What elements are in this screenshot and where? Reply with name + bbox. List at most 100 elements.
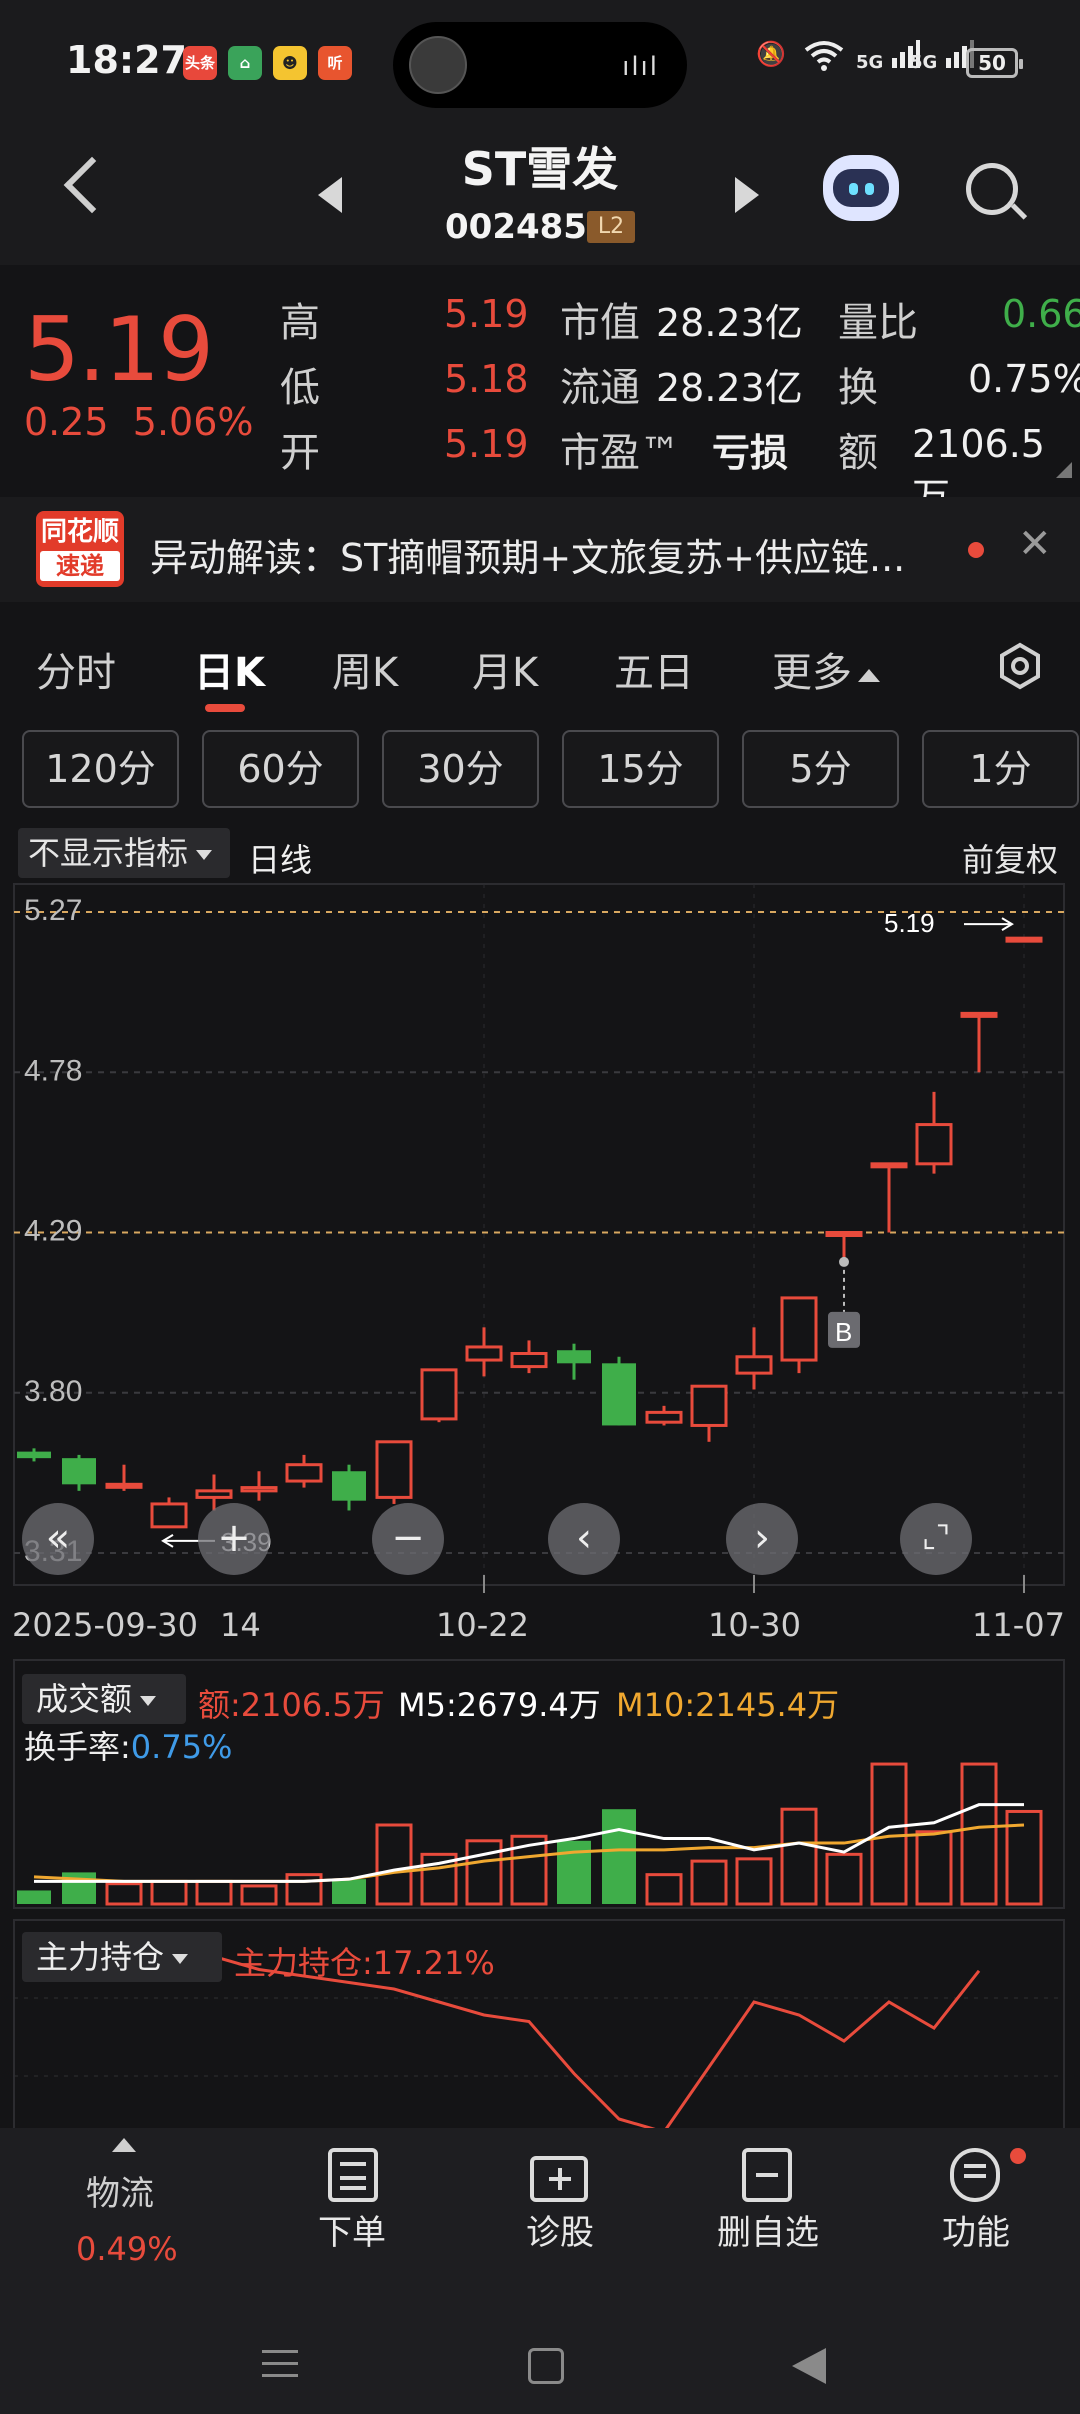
pan-left-icon[interactable]: ‹: [548, 1503, 620, 1575]
period-1m-button[interactable]: 1分: [922, 730, 1079, 808]
candle-body-up: [645, 1410, 683, 1424]
menu-nav-icon[interactable]: [262, 2350, 298, 2377]
volume-bar-up: [375, 1823, 413, 1906]
tab-monthly-k[interactable]: 月K: [472, 640, 538, 698]
toutiao-icon: 头条: [183, 46, 217, 80]
volume-amount-label: 额:2106.5万: [198, 1686, 385, 1724]
amount-label: 额: [838, 430, 878, 476]
volume-bar-up: [960, 1762, 998, 1906]
fullscreen-icon[interactable]: ⌞⌝: [900, 1503, 972, 1575]
tab-intraday[interactable]: 分时: [36, 640, 116, 698]
candle-body-up: [420, 1368, 458, 1421]
x-label-4: 10-30: [708, 1606, 801, 1644]
buy-marker-label: B: [835, 1317, 852, 1347]
indicator-select[interactable]: 不显示指标: [18, 828, 230, 878]
volume-bar-up: [465, 1839, 503, 1906]
candle-body-down: [332, 1471, 366, 1501]
rewind-icon[interactable]: «: [22, 1503, 94, 1575]
x-label-3: 10-22: [436, 1606, 529, 1644]
period-120m-button[interactable]: 120分: [22, 730, 179, 808]
candle-body-down: [602, 1363, 636, 1426]
line-type-label: 日线: [248, 841, 313, 879]
high-value: 5.19: [444, 292, 529, 336]
turnover-value: 0.75%: [968, 357, 1080, 401]
volume-bar-up: [780, 1807, 818, 1906]
tab-five-day[interactable]: 五日: [614, 640, 694, 698]
diagnose-icon[interactable]: [530, 2156, 588, 2202]
candle-body-up: [825, 1231, 863, 1237]
volume-indicator-select[interactable]: 成交额: [22, 1674, 186, 1724]
prev-stock-icon[interactable]: [318, 177, 342, 213]
sector-change: 0.49%: [76, 2230, 178, 2268]
remove-watchlist-button[interactable]: 删自选: [698, 2205, 838, 2254]
adjust-type-button[interactable]: 前复权: [962, 835, 1058, 881]
functions-button[interactable]: 功能: [906, 2205, 1046, 2254]
remove-watchlist-icon[interactable]: [742, 2148, 792, 2202]
zoom-out-icon[interactable]: −: [372, 1503, 444, 1575]
candle-body-up: [240, 1486, 278, 1493]
volume-m5-label: M5:2679.4万: [398, 1686, 601, 1724]
period-30m-button[interactable]: 30分: [382, 730, 539, 808]
tab-weekly-k[interactable]: 周K: [332, 640, 398, 698]
tab-daily-k[interactable]: 日K: [194, 640, 265, 698]
expand-up-icon[interactable]: [112, 2138, 136, 2152]
dynamic-island[interactable]: ılıl: [393, 22, 687, 108]
candle-body-up: [105, 1482, 143, 1489]
mktcap-value: 28.23亿: [656, 301, 803, 345]
tab-more[interactable]: 更多: [772, 640, 880, 698]
turnover-label: 换: [838, 365, 878, 411]
candle-body-up: [915, 1123, 953, 1166]
open-label: 开: [280, 430, 320, 476]
close-icon[interactable]: ✕: [1018, 521, 1052, 567]
volume-bar-up: [690, 1859, 728, 1906]
audio-wave-icon: ılıl: [622, 52, 659, 82]
turnover-rate-label: 换手率:0.75%: [24, 1728, 233, 1766]
order-doc-icon[interactable]: [328, 2148, 378, 2202]
assistant-robot-icon[interactable]: [823, 155, 899, 221]
volume-bar-up: [150, 1879, 188, 1906]
news-text[interactable]: 异动解读：ST摘帽预期+文旅复苏+供应链...: [150, 527, 950, 582]
signal-5g-icon-2: 5G: [910, 40, 974, 73]
expand-corner-icon[interactable]: [1056, 462, 1072, 478]
max-price-marker: 5.19: [884, 908, 935, 938]
wifi-icon: [803, 40, 845, 78]
candle-body-up: [690, 1384, 728, 1427]
back-icon[interactable]: [63, 156, 121, 214]
volume-bar-up: [735, 1857, 773, 1906]
pe-label: 市盈™: [560, 430, 680, 476]
period-60m-button[interactable]: 60分: [202, 730, 359, 808]
volume-m5-line: [34, 1803, 1024, 1883]
home-nav-icon[interactable]: [528, 2348, 564, 2384]
zoom-in-icon[interactable]: +: [198, 1503, 270, 1575]
sector-label[interactable]: 物流: [86, 2166, 154, 2215]
position-indicator-select[interactable]: 主力持仓: [22, 1932, 222, 1982]
level2-badge: L2: [587, 211, 635, 243]
functions-menu-icon[interactable]: [950, 2148, 1000, 2202]
candle-body-up: [960, 1011, 998, 1018]
volume-bar-up: [825, 1852, 863, 1906]
candle-body-down: [62, 1458, 96, 1485]
chart-tabs: 分时 日K 周K 月K 五日 更多: [0, 602, 1080, 722]
settings-hex-icon[interactable]: [996, 642, 1044, 690]
y-tick-label: 4.29: [24, 1215, 82, 1248]
pan-right-icon[interactable]: ›: [726, 1503, 798, 1575]
volume-bar-up: [285, 1873, 323, 1906]
candle-body-up: [465, 1345, 503, 1362]
back-nav-icon[interactable]: [792, 2348, 826, 2384]
diagnose-button[interactable]: 诊股: [490, 2205, 630, 2254]
unread-dot: [968, 542, 984, 558]
next-stock-icon[interactable]: [735, 177, 759, 213]
volume-bar-up: [195, 1879, 233, 1906]
volume-bar-down: [602, 1809, 636, 1904]
period-5m-button[interactable]: 5分: [742, 730, 899, 808]
position-line: [34, 1954, 981, 2128]
order-button[interactable]: 下单: [282, 2205, 422, 2254]
low-label: 低: [280, 365, 320, 411]
system-nav-bar: [0, 2310, 1080, 2414]
low-value: 5.18: [444, 357, 529, 401]
period-15m-button[interactable]: 15分: [562, 730, 719, 808]
candle-body-up: [1005, 936, 1043, 943]
candle-body-up: [735, 1355, 773, 1375]
price-change: 0.25 5.06%: [24, 400, 254, 444]
news-banner[interactable]: 同花顺 速递 异动解读：ST摘帽预期+文旅复苏+供应链... ✕: [0, 497, 1080, 602]
